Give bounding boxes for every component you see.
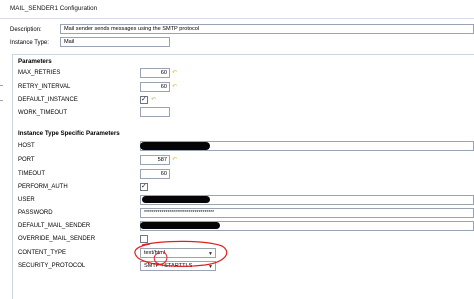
red-annotation	[134, 240, 228, 267]
